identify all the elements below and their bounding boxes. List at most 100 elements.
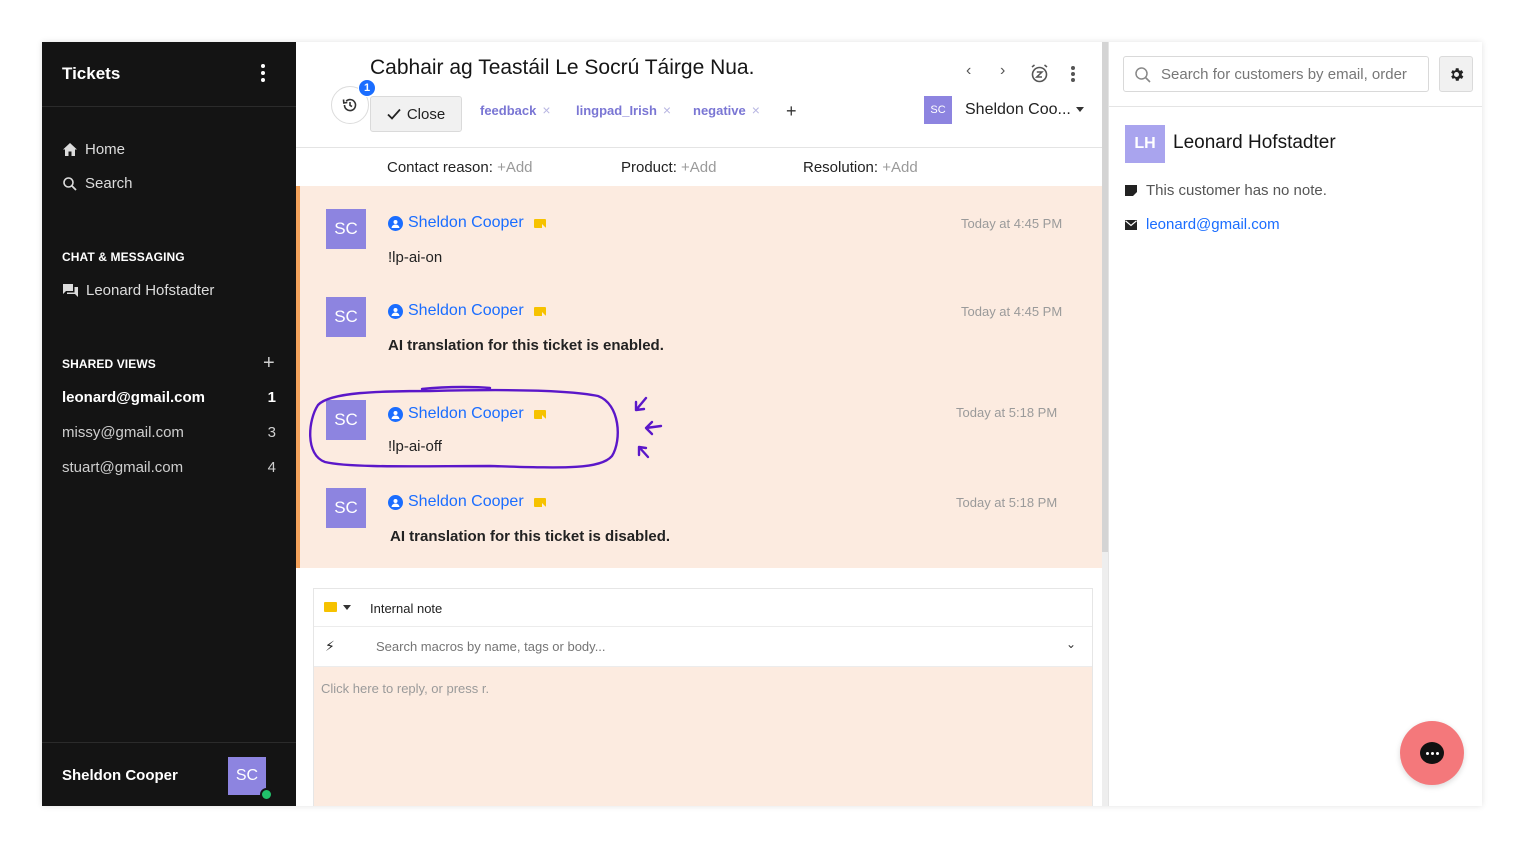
prev-ticket-icon[interactable]: ‹	[966, 62, 971, 80]
remove-tag-icon[interactable]: ×	[752, 102, 760, 118]
tag-lingpad-irish[interactable]: lingpad_Irish ×	[576, 102, 671, 118]
author-name: Sheldon Cooper	[408, 302, 524, 319]
history-icon	[342, 98, 357, 112]
mail-icon	[1125, 219, 1137, 230]
search-icon	[63, 176, 77, 191]
customer-panel: LH Leonard Hofstadter This customer has …	[1108, 42, 1482, 806]
settings-button[interactable]	[1439, 56, 1473, 92]
helpdesk-app: Tickets Home Search CHAT & MESSAGING Leo…	[42, 42, 1482, 806]
section-shared-views: SHARED VIEWS	[62, 357, 156, 371]
snooze-icon[interactable]	[1030, 64, 1049, 83]
tag-feedback[interactable]: feedback ×	[480, 102, 551, 118]
internal-note-icon	[533, 306, 546, 316]
search-icon	[1135, 67, 1151, 83]
reply-placeholder: Click here to reply, or press r.	[321, 681, 490, 696]
message-body: AI translation for this ticket is disabl…	[390, 528, 671, 545]
message-time: Today at 4:45 PM	[961, 216, 1063, 231]
history-count-badge: 1	[358, 79, 376, 97]
customer-search-input[interactable]	[1161, 66, 1419, 83]
macro-search-input[interactable]	[376, 639, 976, 654]
chat-widget-button[interactable]	[1400, 721, 1464, 785]
close-ticket-button[interactable]: Close	[370, 96, 462, 132]
sidebar-footer: Sheldon Cooper SC	[42, 742, 296, 806]
author-name: Sheldon Cooper	[408, 214, 524, 231]
field-resolution[interactable]: Resolution: +Add	[803, 159, 918, 176]
tag-label: negative	[693, 102, 746, 118]
person-icon	[388, 494, 403, 510]
message-time: Today at 5:18 PM	[956, 405, 1058, 420]
sidebar-header: Tickets	[42, 42, 296, 107]
view-count: 4	[267, 459, 276, 476]
check-icon	[387, 108, 401, 120]
ticket-header: Cabhair ag Teastáil Le Socrú Táirge Nua.…	[296, 42, 1102, 148]
sidebar-item-home[interactable]: Home	[62, 141, 125, 158]
field-product[interactable]: Product: +Add	[621, 159, 717, 176]
internal-note-icon	[533, 409, 546, 419]
ticket-more-icon[interactable]	[1071, 66, 1075, 82]
macro-bar: ⚡︎ ⌄	[314, 627, 1092, 667]
remove-tag-icon[interactable]: ×	[663, 102, 671, 118]
view-stuart[interactable]: stuart@gmail.com 4	[62, 459, 276, 476]
message-avatar: SC	[326, 400, 366, 440]
current-user-name: Sheldon Cooper	[62, 767, 178, 784]
view-leonard[interactable]: leonard@gmail.com 1	[62, 389, 276, 406]
internal-note-icon	[533, 218, 546, 228]
chevron-down-icon[interactable]	[343, 605, 351, 610]
customer-name[interactable]: Leonard Hofstadter	[1173, 132, 1336, 154]
message-avatar: SC	[326, 209, 366, 249]
message-author[interactable]: Sheldon Cooper	[388, 302, 546, 320]
message-author[interactable]: Sheldon Cooper	[388, 493, 546, 511]
field-label: Resolution:	[803, 159, 879, 176]
message-author[interactable]: Sheldon Cooper	[388, 405, 546, 423]
person-icon	[388, 406, 403, 422]
sidebar-more-icon[interactable]	[261, 64, 265, 82]
author-name: Sheldon Cooper	[408, 493, 524, 510]
person-icon	[388, 215, 403, 231]
reply-composer: Internal note ⚡︎ ⌄ Click here to reply, …	[313, 588, 1093, 806]
message-body: !lp-ai-on	[388, 249, 443, 266]
customer-note[interactable]: This customer has no note.	[1125, 182, 1327, 199]
composer-mode-label[interactable]: Internal note	[370, 601, 442, 616]
current-user-avatar[interactable]: SC	[228, 757, 266, 795]
field-label: Product:	[621, 159, 677, 176]
message-author[interactable]: Sheldon Cooper	[388, 214, 546, 232]
internal-note-icon[interactable]	[324, 602, 337, 612]
field-add[interactable]: +Add	[497, 159, 532, 176]
sidebar-title: Tickets	[62, 64, 121, 83]
reply-textarea[interactable]: Click here to reply, or press r.	[314, 667, 1092, 806]
view-label: leonard@gmail.com	[62, 389, 205, 406]
person-icon	[388, 303, 403, 319]
field-label: Contact reason:	[387, 159, 493, 176]
view-label: missy@gmail.com	[62, 424, 184, 441]
sidebar-item-label: Leonard Hofstadter	[86, 282, 215, 299]
customer-search[interactable]	[1123, 56, 1429, 92]
tag-label: feedback	[480, 102, 537, 118]
customer-avatar: LH	[1125, 125, 1165, 163]
chevron-down-icon[interactable]	[1076, 107, 1084, 112]
customer-email-text: leonard@gmail.com	[1146, 216, 1280, 233]
remove-tag-icon[interactable]: ×	[542, 102, 550, 118]
assignee-dropdown[interactable]: Sheldon Coo...	[965, 101, 1071, 119]
add-view-icon[interactable]: +	[263, 353, 275, 373]
ticket-fields: Contact reason: +Add Product: +Add Resol…	[296, 148, 1102, 186]
close-label: Close	[406, 105, 446, 123]
chat-icon	[63, 284, 78, 297]
field-add[interactable]: +Add	[681, 159, 716, 176]
home-icon	[63, 143, 77, 156]
note-icon	[1125, 185, 1137, 196]
next-ticket-icon[interactable]: ›	[1000, 62, 1005, 80]
gear-icon	[1450, 67, 1463, 81]
ticket-title[interactable]: Cabhair ag Teastáil Le Socrú Táirge Nua.	[370, 56, 754, 80]
sidebar-item-label: Home	[85, 141, 126, 158]
field-add[interactable]: +Add	[882, 159, 917, 176]
tag-negative[interactable]: negative ×	[693, 102, 760, 118]
ticket-view: Cabhair ag Teastáil Le Socrú Táirge Nua.…	[296, 42, 1102, 806]
sidebar-item-leonard-chat[interactable]: Leonard Hofstadter	[62, 282, 214, 299]
customer-email[interactable]: leonard@gmail.com	[1125, 216, 1280, 233]
field-contact-reason[interactable]: Contact reason: +Add	[387, 159, 533, 176]
chevron-down-icon[interactable]: ⌄	[1066, 637, 1076, 651]
sidebar-item-search[interactable]: Search	[62, 175, 133, 192]
view-missy[interactable]: missy@gmail.com 3	[62, 424, 276, 441]
assignee-avatar[interactable]: SC	[924, 96, 952, 124]
add-tag-button[interactable]: +	[786, 101, 797, 122]
